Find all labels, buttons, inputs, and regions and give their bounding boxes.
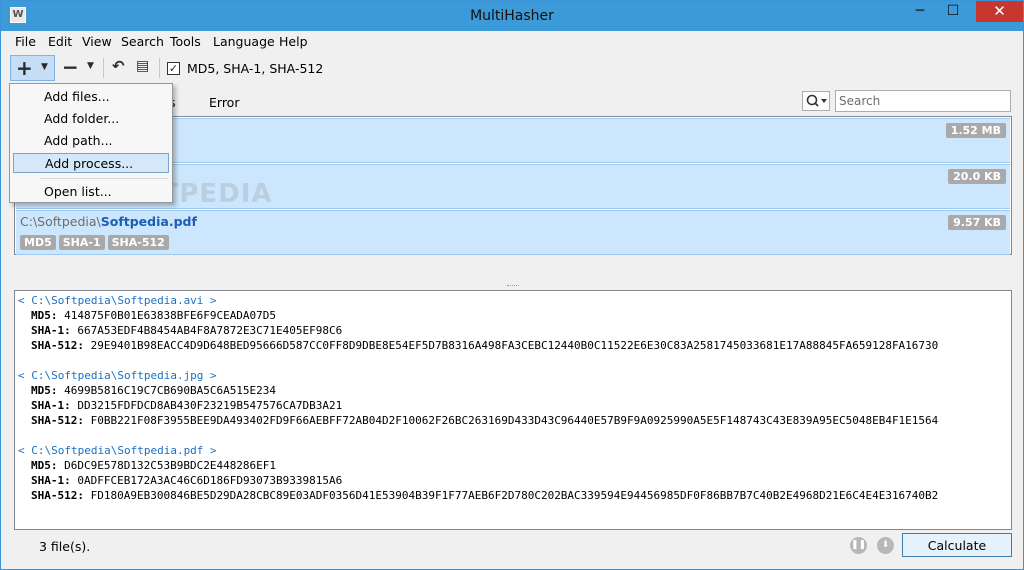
output-sha1-line: SHA-1: 667A53EDF4B8454AB4F8A7872E3C71E40… bbox=[31, 324, 342, 337]
menu-add-process[interactable]: Add process... bbox=[13, 153, 169, 173]
md5-value: D6DC9E578D132C53B9BDC2E448286EF1 bbox=[64, 459, 277, 472]
menu-file[interactable]: File bbox=[15, 34, 36, 49]
algo-badge-md5: MD5 bbox=[20, 235, 56, 250]
stop-button[interactable]: ⬇ bbox=[877, 537, 894, 554]
minus-icon: − bbox=[62, 55, 79, 79]
file-path: C:\Softpedia\Softpedia.pdf bbox=[20, 214, 197, 229]
undo-button[interactable]: ↶ bbox=[109, 55, 131, 81]
md5-value: 414875F0B01E63838BFE6F9CEADA07D5 bbox=[64, 309, 277, 322]
close-button[interactable]: ✕ bbox=[976, 1, 1023, 22]
download-icon: ⬇ bbox=[881, 540, 890, 550]
algo-badge-sha512: SHA-512 bbox=[107, 235, 169, 250]
file-size-badge: 1.52 MB bbox=[945, 123, 1006, 138]
algo-badge-sha1: SHA-1 bbox=[58, 235, 105, 250]
table-icon: ▤ bbox=[136, 58, 150, 74]
app-window: W MultiHasher ─ ☐ ✕ File Edit View Searc… bbox=[0, 0, 1024, 570]
menu-tools[interactable]: Tools bbox=[170, 34, 201, 49]
toolbar-separator bbox=[159, 58, 160, 78]
sha512-value: FD180A9EB300846BE5D29DA28CBC89E03ADF0356… bbox=[90, 489, 939, 502]
file-count-status: 3 file(s). bbox=[39, 539, 91, 554]
columns-button[interactable]: ▤ bbox=[133, 55, 155, 81]
output-md5-line: MD5: D6DC9E578D132C53B9BDC2E448286EF1 bbox=[31, 459, 276, 472]
file-dir: C:\Softpedia\ bbox=[20, 214, 101, 229]
chevron-down-icon[interactable]: ▼ bbox=[41, 62, 48, 72]
md5-value: 4699B5816C19C7CB690BA5C6A515E234 bbox=[64, 384, 277, 397]
sha1-label: SHA-1: bbox=[31, 399, 71, 412]
menu-edit[interactable]: Edit bbox=[48, 34, 72, 49]
remove-button[interactable]: − ▼ bbox=[59, 55, 99, 81]
hash-algorithms-label[interactable]: MD5, SHA-1, SHA-512 bbox=[187, 61, 323, 76]
output-file-path: < C:\Softpedia\Softpedia.pdf > bbox=[18, 444, 217, 457]
menu-add-path[interactable]: Add path... bbox=[13, 131, 169, 151]
output-sha1-line: SHA-1: DD3215FDFDCD8AB430F23219B547576CA… bbox=[31, 399, 342, 412]
menu-separator bbox=[40, 178, 168, 179]
sha512-value: 29E9401B98EACC4D9D648BED95666D587CC0FF8D… bbox=[90, 339, 939, 352]
md5-label: MD5: bbox=[31, 309, 58, 322]
output-sha512-line: SHA-512: 29E9401B98EACC4D9D648BED95666D5… bbox=[31, 339, 938, 352]
sha1-value: DD3215FDFDCD8AB430F23219B547576CA7DB3A21 bbox=[77, 399, 343, 412]
status-bar: 3 file(s). ❚❚ ⬇ Calculate bbox=[1, 531, 1023, 569]
file-size-badge: 9.57 KB bbox=[948, 215, 1006, 230]
file-name: Softpedia.pdf bbox=[100, 214, 197, 229]
sha1-label: SHA-1: bbox=[31, 324, 71, 337]
md5-label: MD5: bbox=[31, 384, 58, 397]
sha512-label: SHA-512: bbox=[31, 339, 84, 352]
algorithm-badges: MD5 SHA-1 SHA-512 bbox=[20, 235, 172, 250]
menu-view[interactable]: View bbox=[82, 34, 112, 49]
menu-add-files[interactable]: Add files... bbox=[13, 87, 169, 107]
sha1-value: 667A53EDF4B8454AB4F8A7872E3C71E405EF98C6 bbox=[77, 324, 343, 337]
calculate-button[interactable]: Calculate bbox=[902, 533, 1012, 557]
output-file-path: < C:\Softpedia\Softpedia.avi > bbox=[18, 294, 217, 307]
add-button[interactable]: + ▼ bbox=[10, 55, 55, 81]
menu-open-list[interactable]: Open list... bbox=[13, 182, 169, 202]
tab-error[interactable]: Error bbox=[209, 95, 239, 110]
title-bar[interactable]: W MultiHasher ─ ☐ ✕ bbox=[1, 1, 1023, 31]
output-sha1-line: SHA-1: 0ADFFCEB172A3AC46C6D186FD93073B93… bbox=[31, 474, 342, 487]
output-md5-line: MD5: 4699B5816C19C7CB690BA5C6A515E234 bbox=[31, 384, 276, 397]
chevron-down-icon[interactable]: ▼ bbox=[87, 61, 94, 71]
output-md5-line: MD5: 414875F0B01E63838BFE6F9CEADA07D5 bbox=[31, 309, 276, 322]
toolbar: + ▼ − ▼ ↶ ▤ ✓ MD5, SHA-1, SHA-512 bbox=[1, 53, 1023, 83]
pause-icon: ❚❚ bbox=[850, 540, 867, 550]
search-input[interactable] bbox=[835, 90, 1011, 112]
menu-add-folder[interactable]: Add folder... bbox=[13, 109, 169, 129]
hash-output[interactable]: < C:\Softpedia\Softpedia.avi > MD5: 4148… bbox=[14, 290, 1012, 530]
sha512-label: SHA-512: bbox=[31, 414, 84, 427]
search-icon bbox=[806, 94, 827, 107]
toolbar-separator bbox=[103, 58, 104, 78]
plus-icon: + bbox=[16, 56, 33, 80]
add-dropdown-menu: Add files... Add folder... Add path... A… bbox=[9, 83, 173, 203]
output-sha512-line: SHA-512: F0BB221F08F3955BEE9DA493402FD9F… bbox=[31, 414, 938, 427]
undo-icon: ↶ bbox=[112, 57, 125, 75]
menu-help[interactable]: Help bbox=[279, 34, 308, 49]
maximize-button[interactable]: ☐ bbox=[940, 1, 966, 22]
sha512-value: F0BB221F08F3955BEE9DA493402FD9F66AEBFF72… bbox=[90, 414, 939, 427]
sha1-label: SHA-1: bbox=[31, 474, 71, 487]
minimize-button[interactable]: ─ bbox=[907, 1, 933, 22]
file-size-badge: 20.0 KB bbox=[948, 169, 1006, 184]
menu-language[interactable]: Language bbox=[213, 34, 275, 49]
md5-label: MD5: bbox=[31, 459, 58, 472]
search-options-button[interactable] bbox=[802, 91, 830, 111]
output-sha512-line: SHA-512: FD180A9EB300846BE5D29DA28CBC89E… bbox=[31, 489, 938, 502]
pause-button[interactable]: ❚❚ bbox=[850, 537, 867, 554]
menu-bar: File Edit View Search Tools Language Hel… bbox=[1, 31, 1023, 53]
output-file-path: < C:\Softpedia\Softpedia.jpg > bbox=[18, 369, 217, 382]
hash-algorithms-checkbox[interactable]: ✓ bbox=[167, 62, 180, 75]
file-row[interactable]: C:\Softpedia\Softpedia.pdf 9.57 KB MD5 SH… bbox=[16, 210, 1010, 255]
sha1-value: 0ADFFCEB172A3AC46C6D186FD93073B9339815A6 bbox=[77, 474, 343, 487]
sha512-label: SHA-512: bbox=[31, 489, 84, 502]
window-title: MultiHasher bbox=[470, 8, 554, 24]
menu-search[interactable]: Search bbox=[121, 34, 164, 49]
